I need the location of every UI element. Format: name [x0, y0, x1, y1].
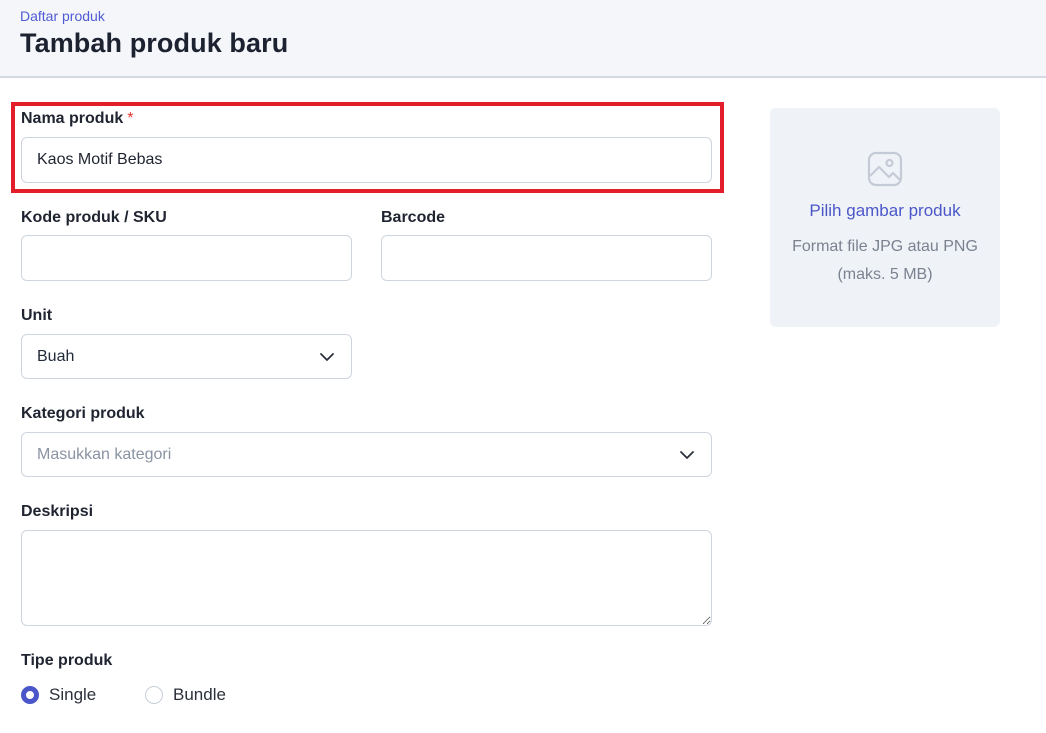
breadcrumb-daftar-produk[interactable]: Daftar produk	[20, 8, 105, 24]
radio-single[interactable]: Single	[21, 685, 96, 705]
barcode-input[interactable]	[381, 235, 712, 281]
description-label: Deskripsi	[21, 503, 94, 520]
chevron-down-icon	[320, 352, 334, 361]
radio-single-indicator[interactable]	[21, 686, 39, 704]
category-label: Kategori produk	[21, 405, 145, 422]
image-format-hint: Format file JPG atau PNG (maks. 5 MB)	[792, 238, 978, 283]
choose-image-link[interactable]: Pilih gambar produk	[770, 201, 1000, 221]
radio-bundle-label: Bundle	[173, 685, 226, 704]
page-header: Daftar produk Tambah produk baru	[0, 0, 1046, 78]
radio-bundle-indicator[interactable]	[145, 686, 163, 704]
required-mark: *	[127, 110, 134, 127]
radio-bundle[interactable]: Bundle	[145, 685, 226, 705]
image-icon	[867, 151, 903, 187]
name-label: Nama produk *	[21, 110, 133, 128]
unit-label: Unit	[21, 307, 53, 324]
category-placeholder: Masukkan kategori	[37, 445, 172, 463]
product-name-input[interactable]	[21, 137, 712, 183]
page-title: Tambah produk baru	[20, 28, 289, 58]
name-label-text: Nama produk	[21, 110, 124, 127]
description-textarea[interactable]	[21, 530, 712, 626]
unit-selected-value: Buah	[37, 347, 75, 365]
product-type-label: Tipe produk	[21, 652, 113, 669]
radio-single-label: Single	[49, 685, 97, 704]
barcode-label: Barcode	[381, 209, 446, 226]
sku-input[interactable]	[21, 235, 352, 281]
unit-select[interactable]: Buah	[21, 334, 352, 379]
category-select[interactable]: Masukkan kategori	[21, 432, 712, 477]
sku-label: Kode produk / SKU	[21, 209, 167, 226]
chevron-down-icon	[680, 450, 694, 459]
image-upload-panel[interactable]: Pilih gambar produk Format file JPG atau…	[770, 108, 1000, 327]
